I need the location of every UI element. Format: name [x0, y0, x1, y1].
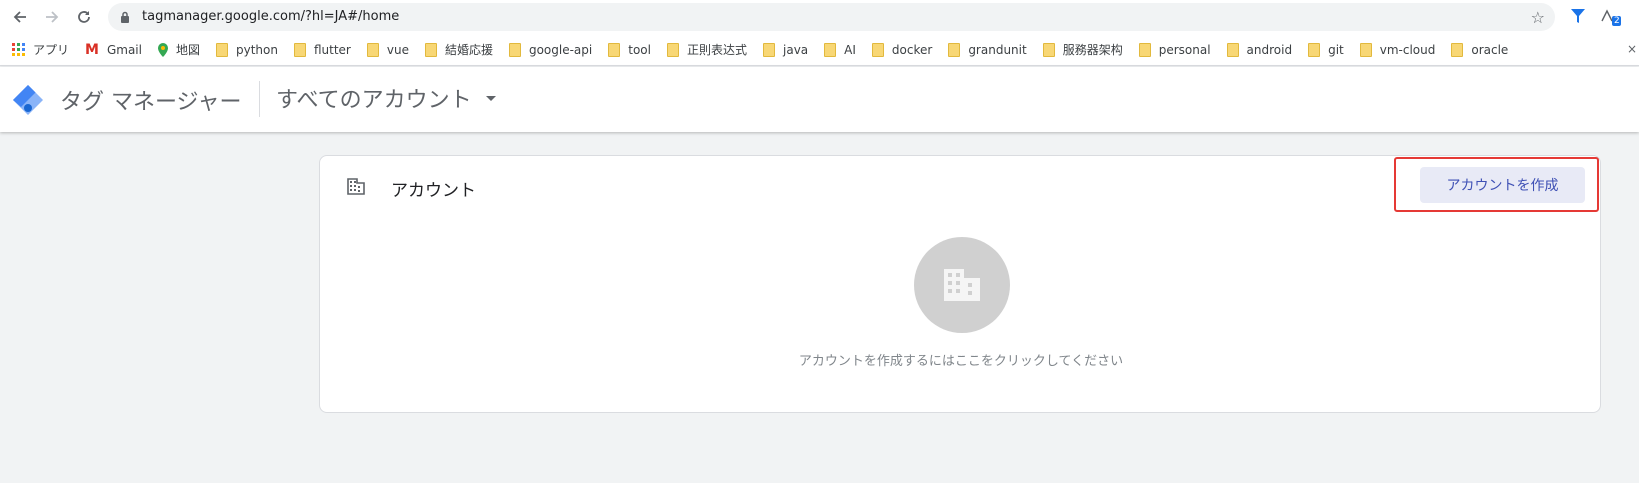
bookmark-label: android: [1246, 42, 1293, 57]
folder-icon: [824, 42, 837, 57]
forward-button[interactable]: [40, 5, 64, 29]
bookmark-item[interactable]: grandunit: [948, 38, 1027, 62]
bookmark-star-icon[interactable]: ☆: [1531, 8, 1545, 27]
empty-state-circle[interactable]: [914, 237, 1010, 333]
bookmark-item[interactable]: google-api: [508, 38, 593, 62]
maps-pin-icon: [157, 42, 168, 57]
bookmark-item[interactable]: git: [1308, 38, 1344, 62]
extension-translate-icon[interactable]: 2: [1600, 7, 1622, 27]
address-bar[interactable]: tagmanager.google.com/?hl=JA#/home ☆: [108, 3, 1555, 31]
account-selector-label: すべてのアカウント: [276, 88, 472, 113]
bookmark-item[interactable]: vue: [366, 38, 409, 62]
browser-toolbar: tagmanager.google.com/?hl=JA#/home ☆ 2: [0, 0, 1639, 34]
bookmark-label: vm-cloud: [1379, 42, 1436, 57]
bookmark-item[interactable]: personal: [1138, 38, 1211, 62]
folder-icon: [1138, 42, 1151, 57]
account-selector[interactable]: すべてのアカウント: [276, 82, 496, 114]
bookmark-label: docker: [891, 42, 933, 57]
bookmark-item[interactable]: vm-cloud: [1359, 38, 1436, 62]
bookmark-label: 地図: [175, 43, 200, 57]
folder-icon: [215, 42, 228, 57]
bookmark-item[interactable]: oracle: [1451, 38, 1508, 62]
bookmarks-overflow-icon[interactable]: ×: [1627, 42, 1637, 56]
bookmark-label: flutter: [313, 42, 351, 57]
bookmark-label: git: [1328, 42, 1344, 57]
folder-icon: [871, 42, 884, 57]
bookmark-label: google-api: [528, 42, 593, 57]
folder-icon: [1226, 42, 1239, 57]
bookmark-label: 服務器架构: [1062, 43, 1123, 57]
bookmark-item[interactable]: java: [763, 38, 808, 62]
tag-manager-logo-icon: [13, 85, 43, 115]
bookmark-item[interactable]: flutter: [293, 38, 351, 62]
folder-icon: [424, 42, 437, 57]
bookmarks-bar: アプリ M Gmail 地図 python flutter vue 結婚応援 google-ap…: [0, 34, 1639, 66]
bookmark-item[interactable]: AI: [824, 38, 856, 62]
bookmark-item[interactable]: tool: [608, 38, 651, 62]
bookmark-label: oracle: [1471, 42, 1509, 57]
lock-icon: [121, 11, 129, 23]
folder-icon: [508, 42, 521, 57]
bookmark-label: Gmail: [106, 42, 142, 57]
folder-icon: [293, 42, 306, 57]
apps-grid-icon: [12, 43, 25, 56]
create-account-button[interactable]: アカウントを作成: [1420, 167, 1585, 203]
bookmark-item[interactable]: 正則表达式: [666, 38, 747, 62]
bookmark-item[interactable]: 地図: [157, 38, 200, 62]
bookmark-item[interactable]: docker: [871, 38, 933, 62]
bookmark-item[interactable]: 服務器架构: [1042, 38, 1123, 62]
bookmark-label: grandunit: [968, 42, 1027, 57]
bookmark-item[interactable]: python: [215, 38, 278, 62]
folder-icon: [366, 42, 379, 57]
bookmark-label: 正則表达式: [686, 43, 747, 57]
reload-icon: [78, 11, 90, 23]
bookmark-label: java: [783, 42, 809, 57]
forward-arrow-icon: [46, 11, 59, 23]
bookmark-label: アプリ: [33, 43, 70, 57]
folder-icon: [763, 42, 775, 57]
card-title: アカウント: [391, 181, 476, 201]
url-text[interactable]: tagmanager.google.com/?hl=JA#/home: [142, 9, 399, 24]
bookmark-label: AI: [844, 42, 856, 57]
bookmark-item[interactable]: 結婚応援: [424, 38, 493, 62]
extension-filter-icon[interactable]: [1570, 7, 1586, 25]
bookmark-item[interactable]: アプリ: [12, 38, 69, 62]
bookmark-label: python: [235, 42, 278, 57]
empty-state-message[interactable]: アカウントを作成するにはここをクリックしてください: [320, 350, 1602, 369]
extension-badge: 2: [1614, 16, 1620, 26]
back-button[interactable]: [8, 5, 32, 29]
bookmark-label: 結婚応援: [444, 43, 493, 57]
bookmark-item[interactable]: android: [1226, 38, 1293, 62]
folder-icon: [1308, 42, 1321, 57]
gmail-icon: M: [85, 41, 99, 58]
folder-icon: [1451, 42, 1464, 57]
header-divider: [259, 81, 260, 117]
folder-icon: [948, 42, 961, 57]
reload-button[interactable]: [72, 5, 96, 29]
building-icon: [944, 269, 980, 301]
back-arrow-icon: [13, 11, 26, 23]
app-header: タグ マネージャー すべてのアカウント: [0, 67, 1639, 132]
bookmark-item[interactable]: M Gmail: [85, 38, 142, 62]
building-icon: [347, 178, 365, 195]
app-name: タグ マネージャー: [60, 90, 242, 115]
bookmark-label: tool: [628, 42, 651, 57]
folder-icon: [608, 42, 621, 57]
folder-icon: [1359, 42, 1372, 57]
bookmark-label: vue: [386, 42, 409, 57]
bookmark-label: personal: [1158, 42, 1211, 57]
folder-icon: [666, 42, 679, 57]
dropdown-caret-icon: [485, 95, 496, 101]
folder-icon: [1042, 42, 1055, 57]
